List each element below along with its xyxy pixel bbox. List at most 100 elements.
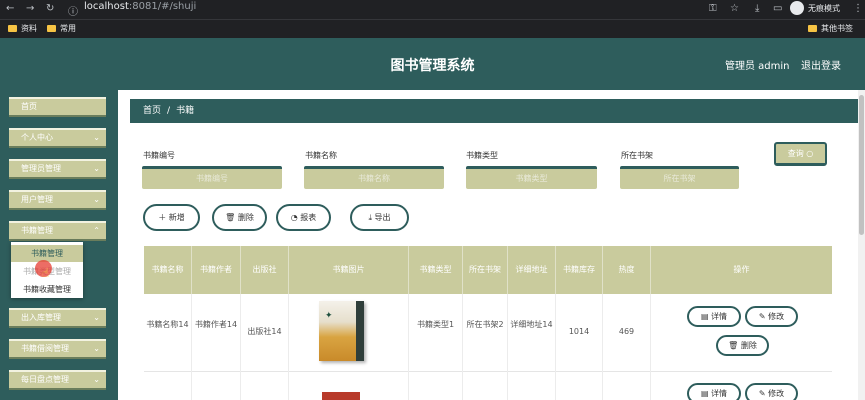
chevron-up-icon: ⌃ xyxy=(93,226,100,235)
folder-icon xyxy=(808,25,817,32)
detail-button[interactable]: ▤ 详情 xyxy=(687,306,741,327)
row-delete-button-label: 删除 xyxy=(740,341,757,350)
report-button[interactable]: ◔ 报表 xyxy=(276,204,331,231)
cell-stock-text: 1014 xyxy=(568,327,590,336)
sidebar-item-inventory[interactable]: 出入库管理 ⌄ xyxy=(9,308,106,328)
back-icon[interactable]: ← xyxy=(6,3,14,14)
hand-cursor-icon: ☝ xyxy=(42,266,50,280)
profile-avatar[interactable] xyxy=(790,1,804,15)
breadcrumb-separator: / xyxy=(167,106,171,116)
chevron-down-icon: ⌄ xyxy=(93,164,100,173)
page-scrollbar[interactable] xyxy=(858,90,865,400)
cell-heat: 469 xyxy=(603,294,651,372)
other-bookmarks[interactable]: 其他书签 xyxy=(808,23,853,34)
cell-heat xyxy=(603,372,651,400)
book-name-input[interactable]: 书籍名称 xyxy=(304,166,444,189)
reload-icon[interactable]: ↻ xyxy=(46,3,54,14)
book-type-label: 书籍类型 xyxy=(466,151,498,160)
col-header-publisher: 出版社 xyxy=(241,246,289,294)
sidebar-panel-icon[interactable]: ▭ xyxy=(773,3,782,14)
book-cover-image: ✦ xyxy=(319,301,364,361)
incognito-label: 无痕模式 xyxy=(808,4,840,13)
other-bookmarks-label: 其他书签 xyxy=(821,24,853,33)
sidebar-item-borrow[interactable]: 书籍借阅管理 ⌄ xyxy=(9,339,106,359)
search-button[interactable]: 查询 ○ xyxy=(774,142,827,166)
col-header-shelf: 所在书架 xyxy=(463,246,508,294)
star-icon[interactable]: ☆ xyxy=(730,3,739,14)
shelf-input[interactable]: 所在书架 xyxy=(620,166,739,189)
cell-stock xyxy=(556,372,603,400)
edit-button[interactable]: ✎ 修改 xyxy=(745,383,798,400)
cell-name: 书籍名称14 xyxy=(144,294,192,372)
add-button-label: 新增 xyxy=(168,213,185,222)
cell-actions xyxy=(651,372,832,400)
bookmark-item[interactable]: 常用 xyxy=(47,23,76,34)
cell-publisher: 出版社14 xyxy=(241,294,289,372)
cell-actions xyxy=(651,294,832,372)
download-icon[interactable]: ⤓ xyxy=(755,3,759,14)
cell-shelf xyxy=(463,372,508,400)
col-header-address: 详细地址 xyxy=(508,246,556,294)
book-no-input[interactable]: 书籍编号 xyxy=(142,166,282,189)
export-button[interactable]: ⤓ 导出 xyxy=(350,204,409,231)
sidebar-item-label: 用户管理 xyxy=(21,195,53,204)
sidebar-item-daily-check[interactable]: 每日盘点管理 ⌄ xyxy=(9,370,106,390)
forward-icon[interactable]: → xyxy=(26,3,34,14)
delete-button-label: 删除 xyxy=(237,213,254,222)
bookmark-item[interactable]: 资料 xyxy=(8,23,37,34)
url-path: :8081/#/shuji xyxy=(128,1,197,12)
book-name-label: 书籍名称 xyxy=(305,151,337,160)
browser-chrome: ← → ↻ ⓘ localhost:8081/#/shuji ⚿ ☆ ⤓ ▭ 无… xyxy=(0,0,865,38)
cell-name xyxy=(144,372,192,400)
row-delete-button[interactable]: 🗑 删除 xyxy=(716,335,769,356)
chevron-down-icon: ⌄ xyxy=(93,344,100,353)
cell-address: 详细地址14 xyxy=(508,294,556,372)
edit-button[interactable]: ✎ 修改 xyxy=(745,306,798,327)
sidebar-item-label: 个人中心 xyxy=(21,133,53,142)
logout-link[interactable]: 退出登录 xyxy=(801,57,841,72)
detail-button[interactable]: ▤ 详情 xyxy=(687,383,741,400)
cell-publisher xyxy=(241,372,289,400)
breadcrumb-home[interactable]: 首页 xyxy=(143,106,161,116)
cell-stock: 1014 xyxy=(556,294,603,372)
sidebar-item-users[interactable]: 用户管理 ⌄ xyxy=(9,190,106,210)
sidebar-item-profile[interactable]: 个人中心 ⌄ xyxy=(9,128,106,148)
browser-menu-icon[interactable]: ⋮ xyxy=(853,3,863,14)
trash-icon: 🗑 xyxy=(225,213,236,222)
cell-author xyxy=(192,372,241,400)
chevron-down-icon: ⌄ xyxy=(93,133,100,142)
plus-icon: ＋ xyxy=(158,213,167,222)
col-header-actions: 操作 xyxy=(733,265,750,274)
trash-icon: 🗑 xyxy=(728,341,739,350)
scrollbar-thumb[interactable] xyxy=(859,95,864,235)
cell-publisher-text: 出版社14 xyxy=(247,327,282,336)
export-button-label: 导出 xyxy=(374,213,391,222)
folder-icon xyxy=(47,25,56,32)
document-icon: ▤ xyxy=(700,312,709,321)
submenu-item-books[interactable]: 书籍管理 xyxy=(11,245,83,262)
bookmarks-bar: 资料 常用 其他书签 xyxy=(0,19,865,37)
cell-type: 书籍类型1 xyxy=(409,294,463,372)
address-bar[interactable]: localhost:8081/#/shuji xyxy=(84,1,196,12)
breadcrumb-current: 书籍 xyxy=(176,106,195,116)
key-icon[interactable]: ⚿ xyxy=(709,3,717,14)
sidebar-item-books[interactable]: 书籍管理 ⌃ xyxy=(9,221,106,241)
site-info-icon[interactable]: ⓘ xyxy=(68,3,78,18)
admin-user: 管理员 admin xyxy=(725,61,790,72)
add-button[interactable]: ＋ 新增 xyxy=(143,204,200,231)
col-header-type: 书籍类型 xyxy=(409,246,463,294)
edit-button-label: 修改 xyxy=(768,312,785,321)
cell-shelf: 所在书架2 xyxy=(463,294,508,372)
col-header-stock: 书籍库存 xyxy=(556,246,603,294)
cell-author-text: 书籍作者14 xyxy=(194,320,238,329)
cell-address xyxy=(508,372,556,400)
delete-button[interactable]: 🗑 删除 xyxy=(212,204,267,231)
pencil-icon: ✎ xyxy=(758,312,766,321)
cell-heat-text: 469 xyxy=(618,327,635,336)
book-type-input[interactable]: 书籍类型 xyxy=(466,166,597,189)
sidebar-item-admins[interactable]: 管理员管理 ⌄ xyxy=(9,159,106,179)
sidebar-item-label: 书籍管理 xyxy=(21,226,53,235)
sidebar-item-home[interactable]: 首页 xyxy=(9,97,106,117)
submenu-item-favorites[interactable]: 书籍收藏管理 xyxy=(11,281,83,298)
col-header-name: 书籍名称 xyxy=(144,246,192,294)
